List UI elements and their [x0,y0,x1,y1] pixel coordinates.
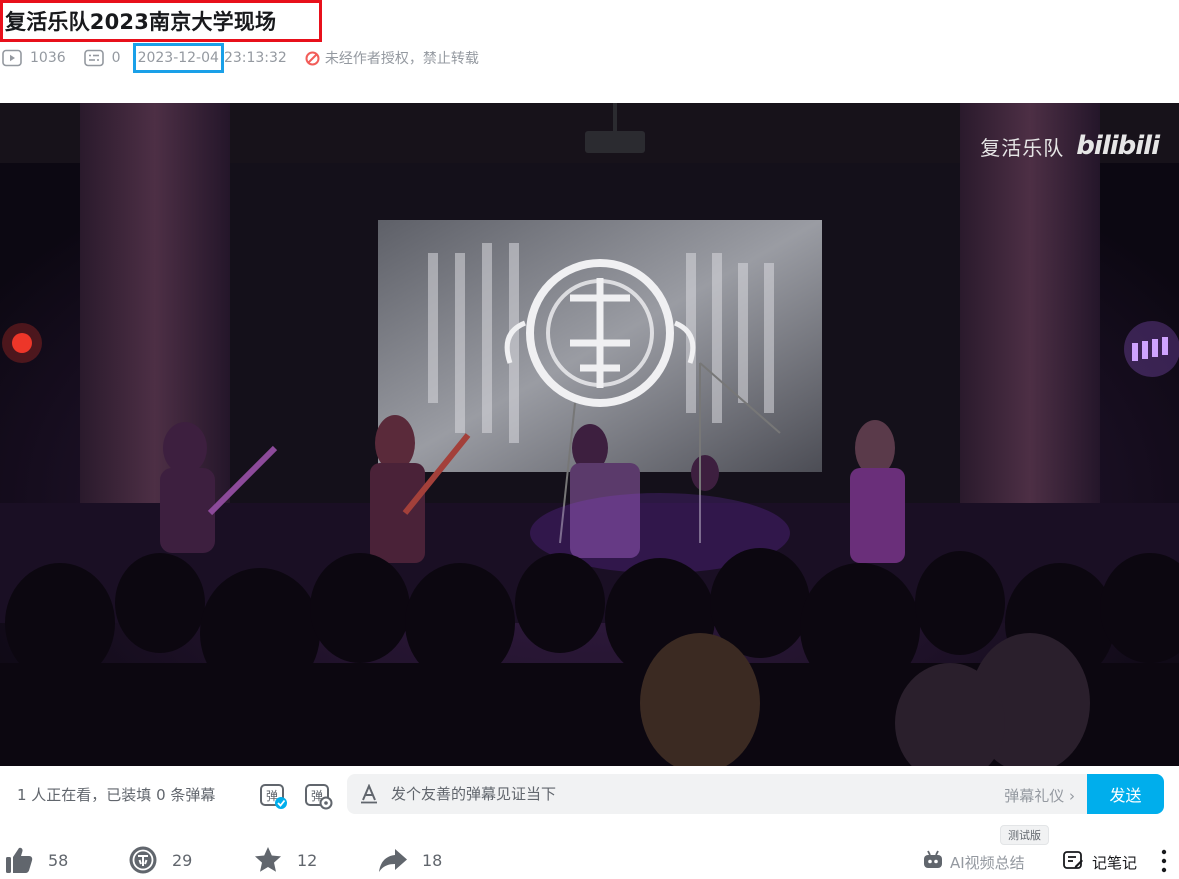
favorite-icon [253,845,283,875]
font-style-icon[interactable] [359,783,379,804]
danmaku-count-value: 0 [111,50,121,66]
play-count-icon [2,49,22,67]
date-highlight-box: 2023-12-04 [132,43,224,73]
notes-icon [1062,849,1084,875]
danmaku-toggle-icon[interactable]: 弹 [257,779,289,811]
notes-label: 记笔记 [1092,853,1138,872]
danmaku-etiquette-link[interactable]: 弹幕礼仪 › [1004,785,1075,806]
coin-button[interactable]: 29 [128,842,192,878]
danmaku-bar: 1 人正在看，已装填 0 条弹幕 弹 弹 弹幕礼仪 › 发送 [0,766,1179,822]
publish-date: 2023-12-04 [137,50,219,66]
more-icon[interactable] [1154,848,1174,874]
danmaku-count: 0 [83,49,121,67]
video-frame [0,103,1179,766]
danmaku-input[interactable] [391,785,971,803]
video-title: 复活乐队2023南京大学现场 [5,10,277,34]
like-button[interactable]: 58 [4,842,68,878]
like-count: 58 [48,850,69,870]
danmaku-count-icon [83,49,104,67]
danmaku-setting-icon[interactable]: 弹 [302,779,334,811]
video-watermark: 复活乐队 bilibili [980,131,1160,161]
like-icon [4,845,34,875]
beta-tag: 测试版 [1000,825,1049,845]
no-repost-icon [305,51,320,66]
bilibili-logo: bilibili [1076,131,1160,161]
copyright-notice: 未经作者授权，禁止转载 [305,48,479,68]
ai-robot-icon [922,849,944,875]
favorite-count: 12 [297,850,318,870]
title-highlight-box: 复活乐队2023南京大学现场 [0,0,322,42]
play-count-value: 1036 [30,50,66,66]
video-player[interactable]: 复活乐队 bilibili [0,103,1179,766]
ai-summary-label: AI视频总结 [950,853,1025,872]
share-icon [378,845,408,875]
coin-icon [128,845,158,875]
ai-summary-button[interactable]: AI视频总结 [916,849,1025,875]
share-button[interactable]: 18 [378,842,442,878]
publish-time: 23:13:32 [223,50,287,66]
danmaku-input-container: 弹幕礼仪 › [347,774,1087,814]
share-count: 18 [422,850,443,870]
copyright-notice-text: 未经作者授权，禁止转载 [324,51,479,67]
play-count: 1036 [2,49,66,67]
notes-button[interactable]: 记笔记 [1054,849,1137,875]
danmaku-status: 1 人正在看，已装填 0 条弹幕 [17,786,216,804]
video-meta: 1036 0 2023-12-04 23:13:32 未经作者授权，禁止转载 [2,43,479,73]
send-button[interactable]: 发送 [1087,774,1164,814]
coin-count: 29 [172,850,193,870]
favorite-button[interactable]: 12 [253,842,317,878]
watermark-name: 复活乐队 [980,135,1065,160]
